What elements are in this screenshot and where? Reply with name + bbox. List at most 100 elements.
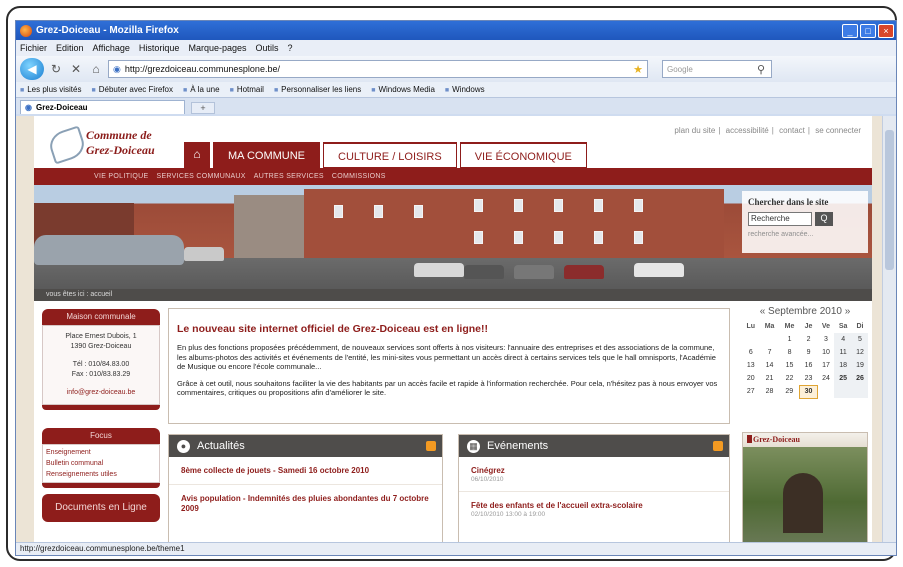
tab-ma-commune[interactable]: MA COMMUNE [213,142,320,168]
list-item[interactable]: Avis population - Indemnités des pluies … [169,484,442,514]
subnav-services-communaux[interactable]: SERVICES COMMUNAUX [156,173,245,180]
stop-icon[interactable]: ✕ [68,62,84,76]
calendar-day[interactable]: 8 [780,346,800,359]
tab-label: Grez-Doiceau [35,103,88,112]
calendar-day[interactable]: 1 [780,333,800,346]
calendar-day[interactable]: 10 [818,346,835,359]
featured-news-title[interactable]: Le nouveau site internet officiel de Gre… [177,323,721,335]
minimize-button[interactable]: _ [842,23,858,38]
tab-grez-doiceau[interactable]: ◉ Grez-Doiceau [20,100,185,114]
rss-icon[interactable] [713,441,723,451]
calendar-day[interactable]: 13 [742,359,760,372]
focus-item-renseignements[interactable]: Renseignements utiles [46,469,156,480]
site-search-button[interactable]: Q [815,212,833,226]
close-button[interactable]: × [878,23,894,38]
menu-help[interactable]: ? [288,43,293,53]
menu-fichier[interactable]: Fichier [20,43,47,53]
calendar-day[interactable]: 3 [818,333,835,346]
focus-item-enseignement[interactable]: Enseignement [46,447,156,458]
focus-item-bulletin[interactable]: Bulletin communal [46,458,156,469]
maximize-button[interactable]: □ [860,23,876,38]
bookmark-item[interactable]: Personnaliser les liens [274,85,361,94]
menu-historique[interactable]: Historique [139,43,180,53]
email-link[interactable]: info@grez-doiceau.be [47,388,155,398]
calendar-day[interactable]: 7 [760,346,780,359]
calendar-day[interactable]: 2 [800,333,818,346]
subnav-autres-services[interactable]: AUTRES SERVICES [254,173,324,180]
calendar-day[interactable]: 28 [760,385,780,398]
scrollbar-thumb[interactable] [885,130,894,270]
calendar-day[interactable]: 20 [742,372,760,385]
link-se-connecter[interactable]: se connecter [815,126,861,135]
calendar-day[interactable]: 17 [818,359,835,372]
site-globe-icon: ◉ [113,63,121,74]
bookmark-item[interactable]: Débuter avec Firefox [91,85,173,94]
calendar-day[interactable]: 19 [851,359,868,372]
bookmark-item[interactable]: À la une [183,85,219,94]
calendar-day[interactable]: 25 [834,372,852,385]
link-accessibilite[interactable]: accessibilité [726,126,769,135]
evenement-title[interactable]: Fête des enfants et de l'accueil extra-s… [471,501,717,511]
calendar-day[interactable]: 14 [760,359,780,372]
tab-culture-loisirs[interactable]: CULTURE / LOISIRS [323,142,457,168]
calendar-month[interactable]: « Septembre 2010 » [742,306,868,317]
calendar-day[interactable]: 6 [742,346,760,359]
calendar-day[interactable]: 24 [818,372,835,385]
calendar-day-today[interactable]: 30 [799,384,819,399]
calendar-day[interactable]: 22 [780,372,800,385]
back-arrow-icon[interactable]: ◀ [20,58,44,80]
calendar-day[interactable]: 9 [800,346,818,359]
home-icon[interactable]: ⌂ [88,62,104,76]
actualite-title[interactable]: 8ème collecte de jouets - Samedi 16 octo… [181,466,430,476]
calendar-day[interactable]: 4 [834,333,852,346]
advanced-search-link[interactable]: recherche avancée... [748,231,862,238]
calendar-day[interactable]: 23 [800,372,818,385]
promo-photo[interactable]: Grez-Doiceau [742,432,868,549]
bookmark-item[interactable]: Windows [445,85,484,94]
address-bar[interactable]: ◉ http://grezdoiceau.communesplone.be/ ★ [108,60,648,78]
calendar-day[interactable]: 21 [760,372,780,385]
evenements-heading: Evénements [487,440,549,452]
tab-vie-economique[interactable]: VIE ÉCONOMIQUE [459,142,587,168]
calendar-day[interactable]: 29 [780,385,800,398]
actualite-title[interactable]: Avis population - Indemnités des pluies … [181,494,430,514]
list-item[interactable]: Cinégrez 06/10/2010 [459,457,729,483]
calendar-day[interactable]: 16 [800,359,818,372]
navigation-toolbar: ◀ ↻ ✕ ⌂ ◉ http://grezdoiceau.communesplo… [16,56,896,82]
calendar-day[interactable]: 12 [851,346,868,359]
calendar-day[interactable]: 18 [834,359,852,372]
evenement-date: 06/10/2010 [471,476,504,483]
calendar-day[interactable]: 15 [780,359,800,372]
home-icon[interactable]: ⌂ [184,142,210,168]
link-contact[interactable]: contact [779,126,805,135]
bookmark-item[interactable]: Windows Media [371,85,434,94]
link-plan-du-site[interactable]: plan du site [674,126,715,135]
new-tab-button[interactable]: + [191,102,215,114]
site-search-input[interactable]: Recherche [748,212,812,226]
calendar-day[interactable]: 11 [834,346,852,359]
menu-affichage[interactable]: Affichage [93,43,130,53]
web-search-input[interactable]: Google ⚲ [662,60,772,78]
site-search-panel: Chercher dans le site Recherche Q recher… [742,191,868,253]
bookmark-item[interactable]: Les plus visités [20,85,81,94]
documents-en-ligne-button[interactable]: Documents en Ligne [42,494,160,522]
site-logo[interactable]: Commune de Grez-Doiceau [46,125,176,166]
menu-marque-pages[interactable]: Marque-pages [188,43,246,53]
calendar-day[interactable]: 5 [851,333,868,346]
reload-icon[interactable]: ↻ [48,62,64,76]
subnav-commissions[interactable]: COMMISSIONS [332,173,386,180]
search-icon[interactable]: ⚲ [757,63,765,76]
menu-outils[interactable]: Outils [256,43,279,53]
list-item[interactable]: Fête des enfants et de l'accueil extra-s… [459,491,729,518]
calendar-day[interactable]: 27 [742,385,760,398]
bookmark-star-icon[interactable]: ★ [633,63,643,76]
list-item[interactable]: 8ème collecte de jouets - Samedi 16 octo… [169,457,442,476]
calendar-day[interactable]: 26 [851,372,868,385]
evenement-title[interactable]: Cinégrez [471,466,717,476]
menu-edition[interactable]: Edition [56,43,84,53]
vertical-scrollbar[interactable] [882,116,896,549]
subnav-vie-politique[interactable]: VIE POLITIQUE [94,173,148,180]
day-name: Sa [838,323,848,330]
bookmark-item[interactable]: Hotmail [230,85,264,94]
rss-icon[interactable] [426,441,436,451]
